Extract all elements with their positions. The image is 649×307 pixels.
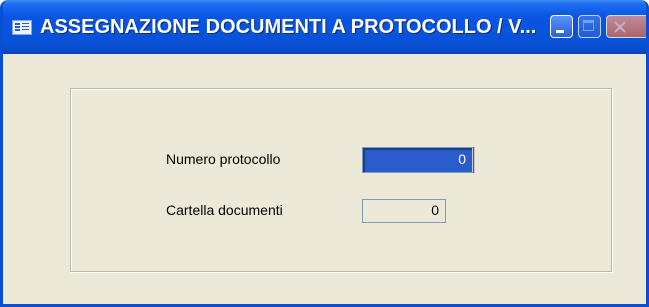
numero-protocollo-label: Numero protocollo <box>166 151 281 167</box>
form-group-box <box>70 88 612 272</box>
close-icon[interactable] <box>606 15 646 38</box>
cartella-documenti-label: Cartella documenti <box>166 202 283 218</box>
cartella-documenti-field: 0 <box>362 199 446 223</box>
minimize-icon[interactable] <box>550 15 573 38</box>
dialog-window: ASSEGNAZIONE DOCUMENTI A PROTOCOLLO / V.… <box>0 0 649 307</box>
title-bar[interactable]: ASSEGNAZIONE DOCUMENTI A PROTOCOLLO / V.… <box>3 0 646 54</box>
numero-protocollo-input[interactable]: 0 <box>362 147 475 173</box>
window-title: ASSEGNAZIONE DOCUMENTI A PROTOCOLLO / V.… <box>40 16 537 38</box>
maximize-icon[interactable] <box>578 15 601 38</box>
app-window-icon[interactable] <box>12 20 32 35</box>
